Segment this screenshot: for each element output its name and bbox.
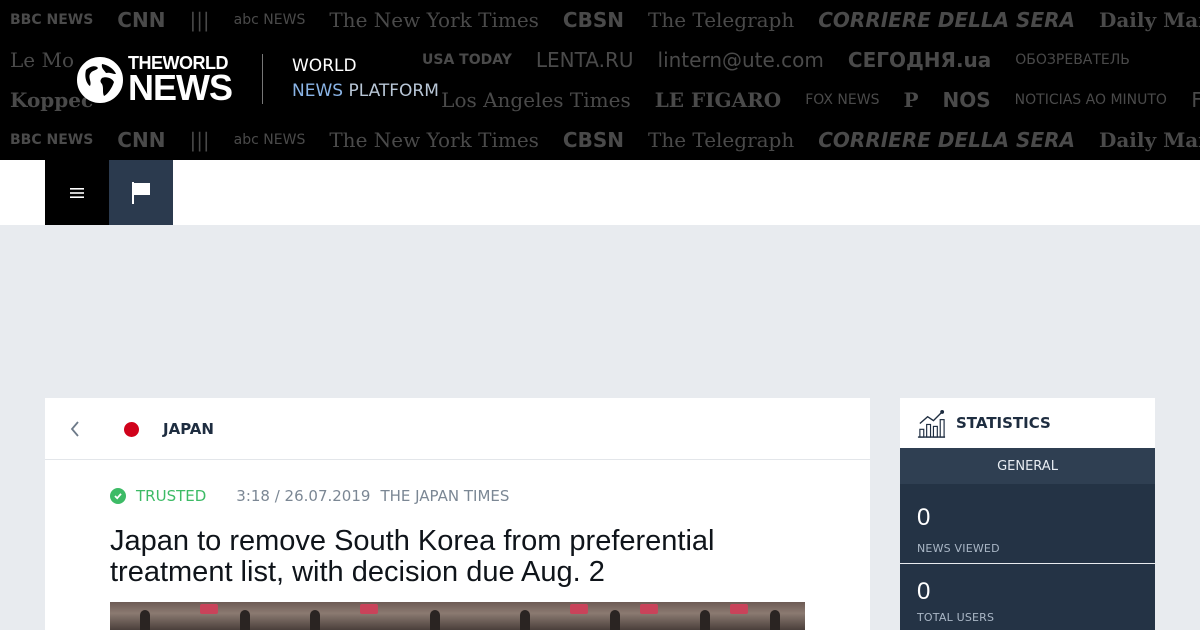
tagline-platform: PLATFORM [348, 81, 439, 101]
article-meta: TRUSTED 3:18 / 26.07.2019 THE JAPAN TIME… [110, 484, 509, 508]
article-source[interactable]: THE JAPAN TIMES [380, 487, 509, 505]
outlet-logo: The Telegraph [648, 8, 795, 32]
outlet-logo: FOX NEWS [805, 92, 880, 108]
outlet-logo: P [903, 88, 919, 112]
outlet-logo: CBSN [562, 128, 624, 152]
chevron-left-icon [70, 421, 79, 437]
outlet-logo: NOTICIAS AO MINUTO [1014, 92, 1167, 108]
outlet-logo: CNN [117, 128, 166, 152]
statistics-title: STATISTICS [956, 414, 1051, 432]
outlet-logo-row: BBC NEWS CNN ||| abc NEWS The New York T… [10, 120, 1200, 160]
outlet-logo: NOS [942, 88, 991, 112]
stat-label: NEWS VIEWED [917, 542, 1000, 555]
stat-label: TOTAL USERS [917, 611, 995, 624]
tagline-news: NEWS [292, 81, 344, 101]
menu-button[interactable] [45, 160, 109, 225]
article-timestamp: 3:18 / 26.07.2019 [236, 487, 371, 505]
statistics-panel: STATISTICS GENERAL 0 NEWS VIEWED 0 TOTAL… [900, 398, 1155, 630]
outlet-logo: The Telegraph [648, 128, 795, 152]
outlet-logo: abc NEWS [233, 132, 306, 148]
outlet-logo: CNN [117, 8, 166, 32]
outlet-logo: lintern@ute.com [657, 48, 824, 72]
brand-divider [262, 54, 263, 104]
outlet-logo: Los Angeles Times [441, 88, 631, 112]
outlet-logo: Daily Mail [1099, 8, 1200, 32]
outlet-logo: FOCUS [1190, 88, 1200, 112]
outlet-logo: BBC NEWS [10, 132, 94, 148]
stat-total-users: 0 TOTAL USERS [900, 564, 1155, 630]
outlet-logo: СЕГОДНЯ.ua [847, 48, 992, 72]
stat-news-viewed: 0 NEWS VIEWED [900, 484, 1155, 563]
statistics-header: STATISTICS [900, 398, 1155, 448]
tagline-line1: WORLD [292, 56, 357, 76]
outlet-logo: abc NEWS [233, 12, 306, 28]
hamburger-icon [70, 187, 84, 198]
outlet-logo: BBC NEWS [10, 12, 94, 28]
outlet-logo: ОБОЗРЕВАТЕЛЬ [1015, 52, 1130, 68]
outlet-logo: CBSN [562, 8, 624, 32]
outlet-logo: Daily Mail [1099, 128, 1200, 152]
trusted-badge: TRUSTED [136, 487, 207, 505]
outlet-logo: The New York Times [329, 8, 539, 32]
outlet-logo: CORRIERE DELLA SERA [818, 128, 1075, 152]
stat-value: 0 [917, 504, 931, 531]
outlet-logo: CORRIERE DELLA SERA [818, 8, 1075, 32]
country-flag-button[interactable] [109, 160, 173, 225]
tab-general[interactable]: GENERAL [900, 448, 1155, 484]
outlet-logo: ||| [189, 8, 210, 32]
article-headline[interactable]: Japan to remove South Korea from prefere… [110, 526, 810, 588]
outlet-logo: ||| [189, 128, 210, 152]
brand-tagline: WORLD NEWS PLATFORM [292, 54, 439, 104]
site-logo[interactable]: THEWORLD NEWS WORLD NEWS PLATFORM [70, 50, 450, 110]
globe-icon [77, 57, 123, 103]
japan-flag-icon [124, 422, 139, 437]
outlet-logo: Le Mo [10, 48, 74, 72]
outlet-logo: LENTA.RU [535, 48, 634, 72]
chart-growth-icon [917, 409, 946, 438]
article-card-header: JAPAN [45, 398, 870, 460]
article-image[interactable] [110, 602, 805, 630]
brand-news: NEWS [128, 67, 233, 108]
check-circle-icon [110, 488, 126, 504]
top-navbar [0, 160, 1200, 225]
outlet-logo: The New York Times [329, 128, 539, 152]
country-label[interactable]: JAPAN [163, 418, 214, 440]
header-banner: BBC NEWS CNN ||| abc NEWS The New York T… [0, 0, 1200, 160]
outlet-logo: LE FIGARO [654, 88, 782, 112]
back-button[interactable] [63, 416, 87, 442]
stat-value: 0 [917, 578, 931, 605]
article-card: JAPAN TRUSTED 3:18 / 26.07.2019 THE JAPA… [45, 398, 870, 630]
flag-icon [132, 181, 150, 204]
outlet-logo-row: BBC NEWS CNN ||| abc NEWS The New York T… [10, 0, 1200, 40]
